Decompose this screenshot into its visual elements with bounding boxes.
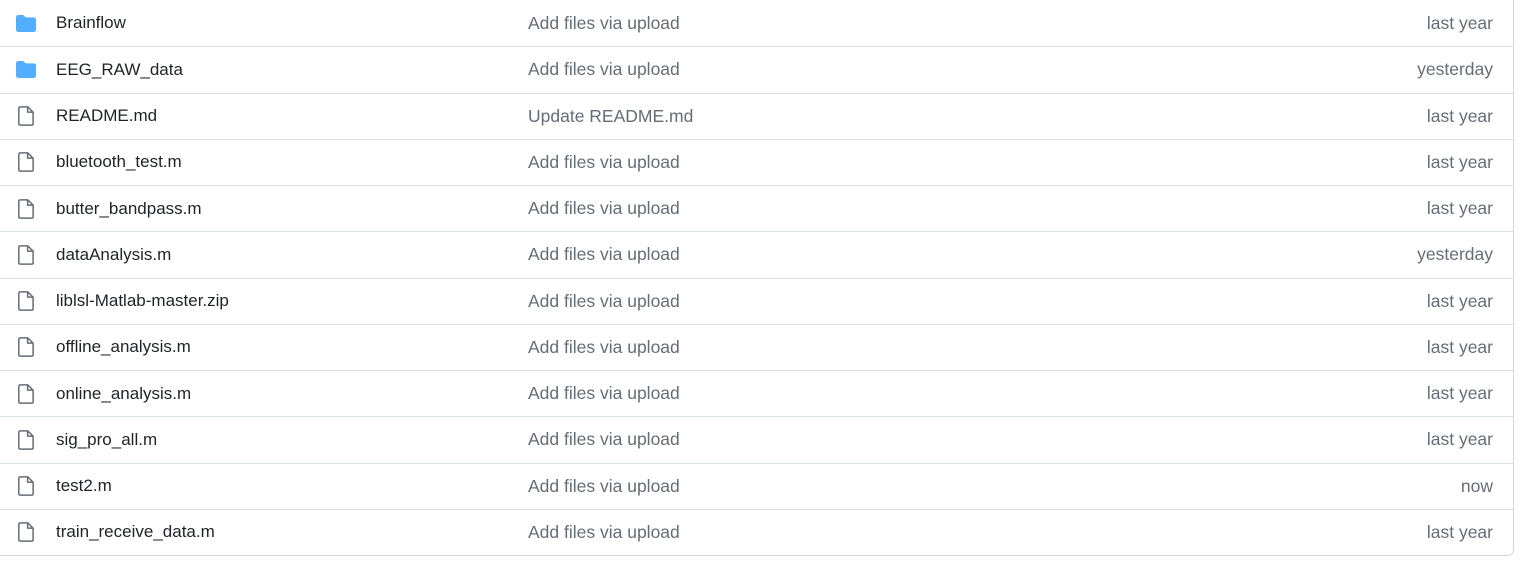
file-icon [15,152,37,173]
file-icon [15,106,37,126]
commit-age: last year [1426,198,1493,219]
commit-age: yesterday [1417,59,1493,80]
commit-message-link[interactable]: Add files via upload [528,383,680,404]
table-row[interactable]: EEG_RAW_data Add files via upload yester… [0,46,1513,92]
file-icon [15,291,37,311]
file-icon [15,383,37,404]
commit-message-link[interactable]: Add files via upload [528,337,680,358]
table-row[interactable]: sig_pro_all.m Add files via upload last … [0,416,1513,462]
file-name-link[interactable]: test2.m [56,476,112,496]
commit-message-link[interactable]: Add files via upload [528,59,680,80]
table-row[interactable]: bluetooth_test.m Add files via upload la… [0,138,1513,185]
file-name-link[interactable]: README.md [56,106,157,126]
table-row[interactable]: offline_analysis.m Add files via upload … [0,323,1513,370]
commit-age: last year [1426,105,1493,126]
file-name-link[interactable]: train_receive_data.m [56,522,215,542]
commit-age: last year [1426,521,1493,542]
commit-age: yesterday [1417,244,1493,265]
commit-age: last year [1426,12,1493,33]
file-icon [15,476,37,496]
file-name-link[interactable]: sig_pro_all.m [56,430,157,450]
commit-age: last year [1426,429,1493,450]
commit-message-link[interactable]: Add files via upload [528,291,680,312]
table-row[interactable]: README.md Update README.md last year [0,92,1513,139]
file-name-link[interactable]: bluetooth_test.m [56,152,182,172]
commit-age: last year [1426,383,1493,404]
file-name-link[interactable]: Brainflow [56,13,126,33]
table-row[interactable]: dataAnalysis.m Add files via upload yest… [0,231,1513,277]
table-row[interactable]: online_analysis.m Add files via upload l… [0,370,1513,416]
file-name-link[interactable]: dataAnalysis.m [56,245,171,265]
file-name-link[interactable]: EEG_RAW_data [56,60,183,80]
file-icon [15,522,37,543]
table-row[interactable]: butter_bandpass.m Add files via upload l… [0,185,1513,231]
file-name-link[interactable]: butter_bandpass.m [56,199,202,219]
commit-message-link[interactable]: Add files via upload [528,522,680,543]
commit-age: last year [1426,290,1493,311]
commit-message-link[interactable]: Add files via upload [528,429,680,450]
file-icon [15,198,37,219]
file-list-table: Brainflow Add files via upload last year… [0,0,1514,556]
file-icon [15,430,37,450]
file-icon [15,245,37,265]
commit-message-link[interactable]: Update README.md [528,106,693,127]
commit-message-link[interactable]: Add files via upload [528,13,680,34]
table-row[interactable]: test2.m Add files via upload now [0,462,1513,509]
commit-age: last year [1426,336,1493,357]
folder-icon [15,60,37,80]
file-icon [15,337,37,358]
file-name-link[interactable]: online_analysis.m [56,384,191,404]
table-row[interactable]: Brainflow Add files via upload last year [0,0,1513,46]
commit-age: now [1460,475,1493,496]
commit-age: last year [1426,151,1493,172]
commit-message-link[interactable]: Add files via upload [528,198,680,219]
folder-icon [15,13,37,33]
file-name-link[interactable]: offline_analysis.m [56,337,191,357]
commit-message-link[interactable]: Add files via upload [528,244,680,265]
commit-message-link[interactable]: Add files via upload [528,152,680,173]
table-row[interactable]: liblsl-Matlab-master.zip Add files via u… [0,277,1513,324]
table-row[interactable]: train_receive_data.m Add files via uploa… [0,508,1513,555]
commit-message-link[interactable]: Add files via upload [528,476,680,497]
file-name-link[interactable]: liblsl-Matlab-master.zip [56,291,229,311]
